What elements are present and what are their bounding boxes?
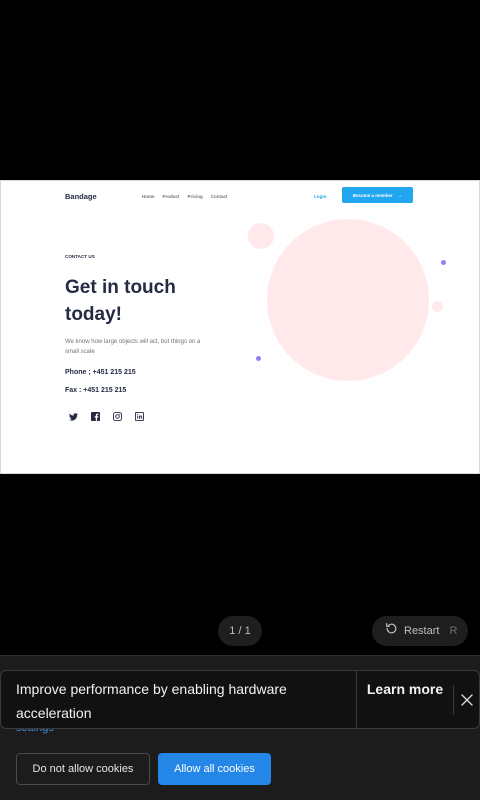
instagram-icon[interactable] xyxy=(112,411,123,422)
restart-button[interactable]: Restart R xyxy=(372,616,468,646)
allow-cookies-button[interactable]: Allow all cookies xyxy=(158,753,271,785)
section-eyebrow: CONTACT US xyxy=(65,254,95,259)
page-preview: Bandage Home Product Pricing Contact Log… xyxy=(0,180,480,474)
brand-logo[interactable]: Bandage xyxy=(65,192,97,201)
decor-dot-violet xyxy=(441,260,446,265)
become-member-button[interactable]: Become a member → xyxy=(342,187,413,203)
login-link[interactable]: Login xyxy=(314,194,327,199)
nav-contact-link[interactable]: Contact xyxy=(211,194,228,199)
linkedin-icon[interactable] xyxy=(134,411,145,422)
become-member-label: Become a member xyxy=(352,192,393,198)
deny-cookies-button[interactable]: Do not allow cookies xyxy=(16,753,150,785)
hardware-acceleration-toast: Improve performance by enabling hardware… xyxy=(0,670,480,729)
toast-message: Improve performance by enabling hardware… xyxy=(16,681,287,721)
page-counter: 1 / 1 xyxy=(218,616,262,646)
restart-label: Restart xyxy=(404,625,440,637)
page-description: We know how large objects will act, but … xyxy=(65,339,201,355)
hero-circle-small xyxy=(248,223,274,249)
nav-pricing-link[interactable]: Pricing xyxy=(188,194,203,199)
social-links xyxy=(68,411,145,422)
facebook-icon[interactable] xyxy=(90,411,101,422)
preview-menu: Home Product Pricing Contact xyxy=(142,194,228,199)
nav-product-link[interactable]: Product xyxy=(163,194,180,199)
phone-number: Phone ; +451 215 215 xyxy=(65,369,136,376)
restart-icon xyxy=(385,622,398,640)
decor-dot-pink xyxy=(432,301,443,312)
close-icon[interactable] xyxy=(457,690,477,710)
preview-navbar: Bandage Home Product Pricing Contact Log… xyxy=(65,181,479,211)
page-headline: Get in touch today! xyxy=(65,277,176,325)
twitter-icon[interactable] xyxy=(68,411,79,422)
restart-shortcut-key: R xyxy=(449,625,458,637)
decor-dot-violet xyxy=(256,356,261,361)
arrow-right-icon: → xyxy=(397,192,403,198)
fax-number: Fax : +451 215 215 xyxy=(65,387,127,394)
toast-divider xyxy=(453,685,454,715)
hero-circle-large xyxy=(267,219,429,381)
nav-home-link[interactable]: Home xyxy=(142,194,155,199)
learn-more-button[interactable]: Learn more xyxy=(357,677,453,701)
